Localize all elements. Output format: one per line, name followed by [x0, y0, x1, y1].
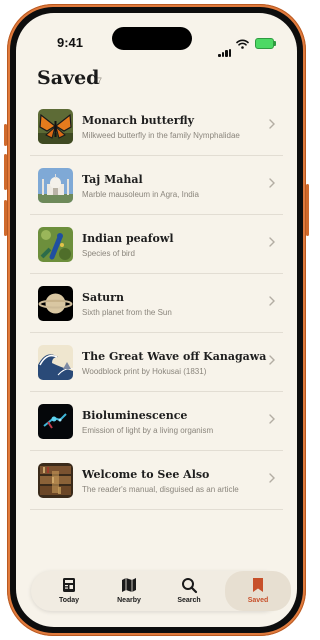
- list-item-indian-peafowl[interactable]: Indian peafowl Species of bird: [30, 215, 283, 274]
- list-item-great-wave[interactable]: The Great Wave off Kanagawa Woodblock pr…: [30, 333, 283, 392]
- saved-list: Monarch butterfly Milkweed butterfly in …: [30, 97, 283, 510]
- screen: 9:41 Saved 7 Monarch butterfly Milkweed …: [16, 13, 297, 627]
- chevron-right-icon: [269, 473, 275, 483]
- item-subtitle: Marble mausoleum in Agra, India: [82, 190, 199, 199]
- search-icon: [182, 578, 198, 594]
- list-item-taj-mahal[interactable]: Taj Mahal Marble mausoleum in Agra, Indi…: [30, 156, 283, 215]
- map-icon: [122, 578, 136, 592]
- battery-icon: [255, 38, 276, 49]
- tab-label: Today: [58, 597, 80, 604]
- tab-today[interactable]: Today: [39, 571, 99, 611]
- tab-label: Nearby: [117, 597, 141, 604]
- saturn-thumbnail: [38, 286, 73, 321]
- item-subtitle: Emission of light by a living organism: [82, 426, 214, 435]
- bioluminescence-thumbnail: [38, 404, 73, 439]
- item-title: Welcome to See Also: [82, 468, 210, 481]
- item-title: Saturn: [82, 291, 124, 304]
- bookmark-icon: [253, 578, 263, 592]
- tab-label: Search: [177, 597, 201, 604]
- chevron-right-icon: [269, 355, 275, 365]
- chevron-right-icon: [269, 237, 275, 247]
- saved-count: 7: [97, 76, 103, 86]
- chevron-right-icon: [269, 178, 275, 188]
- item-subtitle: Species of bird: [82, 249, 135, 258]
- item-subtitle: Woodblock print by Hokusai (1831): [82, 367, 207, 376]
- item-title: Taj Mahal: [82, 173, 143, 186]
- list-item-saturn[interactable]: Saturn Sixth planet from the Sun: [30, 274, 283, 333]
- tab-nearby[interactable]: Nearby: [99, 571, 159, 611]
- peafowl-thumbnail: [38, 227, 73, 262]
- dynamic-island: [112, 27, 192, 50]
- tab-bar: Today Nearby Search Saved: [31, 571, 291, 611]
- list-item-monarch-butterfly[interactable]: Monarch butterfly Milkweed butterfly in …: [30, 97, 283, 156]
- chevron-right-icon: [269, 414, 275, 424]
- wifi-icon: [236, 36, 249, 54]
- volume-down-button: [4, 154, 7, 190]
- power-button: [306, 184, 309, 236]
- item-subtitle: Sixth planet from the Sun: [82, 308, 172, 317]
- phone-bezel: 9:41 Saved 7 Monarch butterfly Milkweed …: [10, 7, 303, 633]
- chevron-right-icon: [269, 119, 275, 129]
- list-item-welcome-see-also[interactable]: Welcome to See Also The reader's manual,…: [30, 451, 283, 510]
- library-thumbnail: [38, 463, 73, 498]
- item-subtitle: Milkweed butterfly in the family Nymphal…: [82, 131, 240, 140]
- newspaper-icon: [63, 578, 75, 592]
- item-title: Indian peafowl: [82, 232, 174, 245]
- taj-mahal-thumbnail: [38, 168, 73, 203]
- page-title: Saved: [37, 67, 100, 89]
- item-title: Monarch butterfly: [82, 114, 194, 127]
- item-title: The Great Wave off Kanagawa: [82, 350, 267, 363]
- phone-frame: 9:41 Saved 7 Monarch butterfly Milkweed …: [4, 4, 309, 636]
- item-title: Bioluminescence: [82, 409, 188, 422]
- status-bar: 9:41: [16, 13, 297, 57]
- item-subtitle: The reader's manual, disguised as an art…: [82, 485, 239, 494]
- volume-up-button: [4, 124, 7, 146]
- great-wave-thumbnail: [38, 345, 73, 380]
- tab-search[interactable]: Search: [159, 571, 219, 611]
- status-time: 9:41: [57, 35, 84, 50]
- tab-saved[interactable]: Saved: [225, 571, 291, 611]
- mute-switch: [4, 200, 7, 236]
- butterfly-thumbnail: [38, 109, 73, 144]
- tab-label: Saved: [247, 597, 269, 604]
- list-item-bioluminescence[interactable]: Bioluminescence Emission of light by a l…: [30, 392, 283, 451]
- cellular-signal-icon: [218, 39, 232, 57]
- chevron-right-icon: [269, 296, 275, 306]
